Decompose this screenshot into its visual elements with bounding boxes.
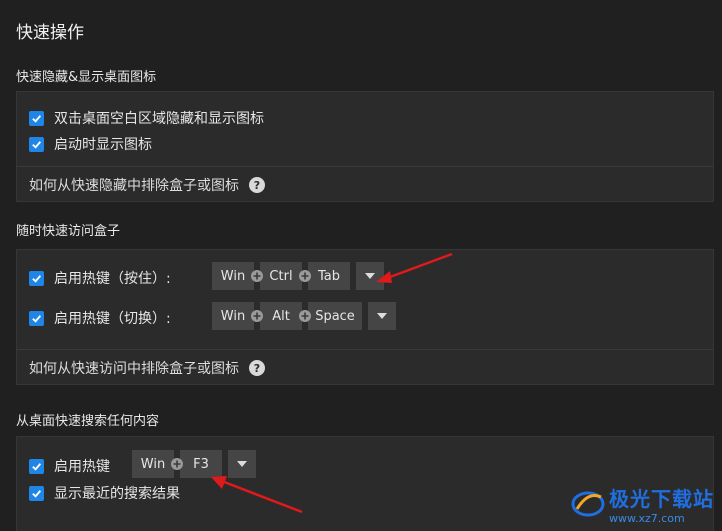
checkbox[interactable] (29, 485, 44, 501)
logo-icon (571, 491, 605, 517)
hotkey-dropdown-button[interactable] (356, 262, 384, 290)
section-title-quick-hide: 快速隐藏&显示桌面图标 (16, 70, 157, 85)
check-icon (32, 462, 42, 471)
quick-hide-panel: 双击桌面空白区域隐藏和显示图标 启动时显示图标 如何从快速隐藏中排除盒子或图标 … (16, 91, 714, 202)
page-title: 快速操作 (16, 23, 84, 43)
checkbox[interactable] (29, 136, 44, 152)
section-title-quick-access: 随时快速访问盒子 (16, 224, 121, 239)
divider (17, 166, 713, 167)
chevron-down-icon (377, 313, 387, 319)
help-icon[interactable]: ? (249, 177, 265, 193)
key-win[interactable]: Win (212, 302, 254, 330)
help-link-quick-access[interactable]: 如何从快速访问中排除盒子或图标 ? (29, 358, 265, 378)
help-link-quick-hide[interactable]: 如何从快速隐藏中排除盒子或图标 ? (29, 175, 265, 195)
plus-icon (299, 270, 311, 282)
hotkey-dropdown-button[interactable] (368, 302, 396, 330)
check-icon (32, 140, 42, 149)
checkbox[interactable] (29, 110, 44, 126)
quick-access-panel: 启用热键（按住）: Win Ctrl Tab 启用热键（切换）: Win Alt… (16, 249, 714, 385)
option-hotkey-toggle[interactable]: 启用热键（切换）: (29, 308, 171, 328)
key-alt[interactable]: Alt (260, 302, 302, 330)
option-hotkey-hold[interactable]: 启用热键（按住）: (29, 268, 171, 288)
chevron-down-icon (365, 273, 375, 279)
chevron-down-icon (237, 461, 247, 467)
check-icon (32, 274, 42, 283)
plus-icon (251, 270, 263, 282)
checkbox[interactable] (29, 270, 44, 286)
option-label: 双击桌面空白区域隐藏和显示图标 (54, 111, 264, 127)
option-label: 启用热键（切换）: (54, 311, 171, 327)
option-label: 启动时显示图标 (54, 137, 152, 153)
section-title-desktop-search: 从桌面快速搜索任何内容 (16, 414, 160, 429)
key-tab[interactable]: Tab (308, 262, 350, 290)
plus-icon (171, 458, 183, 470)
check-icon (32, 489, 42, 498)
watermark-text: 极光下载站 (609, 487, 714, 511)
option-label: 显示最近的搜索结果 (54, 486, 180, 502)
checkbox[interactable] (29, 310, 44, 326)
hotkey-toggle-keys: Win Alt Space (212, 302, 396, 330)
option-recent-results[interactable]: 显示最近的搜索结果 (29, 483, 180, 503)
option-label: 启用热键（按住）: (54, 271, 171, 287)
option-show-on-start[interactable]: 启动时显示图标 (29, 134, 152, 154)
check-icon (32, 314, 42, 323)
watermark: 极光下载站 www.xz7.com (571, 483, 714, 525)
watermark-url: www.xz7.com (609, 512, 685, 525)
key-f3[interactable]: F3 (180, 450, 222, 478)
divider (17, 349, 713, 350)
help-icon[interactable]: ? (249, 360, 265, 376)
key-win[interactable]: Win (212, 262, 254, 290)
plus-icon (299, 310, 311, 322)
check-icon (32, 114, 42, 123)
key-ctrl[interactable]: Ctrl (260, 262, 302, 290)
checkbox[interactable] (29, 458, 44, 474)
key-space[interactable]: Space (308, 302, 362, 330)
option-label: 启用热键 (54, 459, 110, 475)
hotkey-hold-keys: Win Ctrl Tab (212, 262, 384, 290)
option-search-hotkey[interactable]: 启用热键 (29, 456, 110, 476)
search-hotkey-keys: Win F3 (132, 450, 256, 478)
key-win[interactable]: Win (132, 450, 174, 478)
help-link-label: 如何从快速访问中排除盒子或图标 (29, 361, 239, 377)
hotkey-dropdown-button[interactable] (228, 450, 256, 478)
option-double-click-hide[interactable]: 双击桌面空白区域隐藏和显示图标 (29, 108, 264, 128)
help-link-label: 如何从快速隐藏中排除盒子或图标 (29, 178, 239, 194)
plus-icon (251, 310, 263, 322)
